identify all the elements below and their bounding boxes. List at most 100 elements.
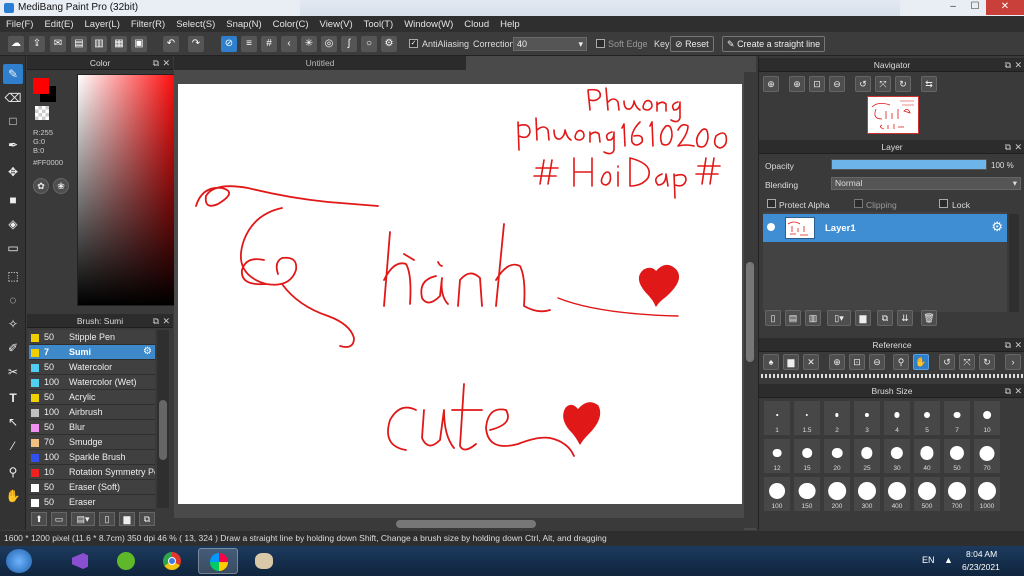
brush-item[interactable]: 70 Smudge [29,435,155,450]
visibility-icon[interactable] [767,223,775,231]
menu-select[interactable]: Select(S) [176,19,215,30]
brush-copy-icon[interactable]: ▯ [99,512,115,526]
clock-time[interactable]: 8:04 AM [966,549,997,559]
brush-size-option[interactable]: 2 [823,400,851,436]
reference-rotate-right-icon[interactable]: ↻ [979,354,995,370]
brush-item[interactable]: 50 Watercolor [29,360,155,375]
brush-size-option[interactable]: 25 [853,438,881,474]
brush-size-option[interactable]: 100 [763,476,791,512]
rotate-right-icon[interactable]: ↻ [895,76,911,92]
palette-icon[interactable]: ✿ [33,178,49,194]
drawing-canvas[interactable] [178,84,742,504]
popout-icon[interactable]: ⧉ [1005,338,1011,352]
reference-hand-icon[interactable]: ✋ [913,354,929,370]
reference-eyedropper-icon[interactable]: ⚲ [893,354,909,370]
menu-file[interactable]: File(F) [6,19,33,30]
blending-select[interactable]: Normal ▾ [831,177,1021,190]
reference-pin-icon[interactable]: ♠ [763,354,779,370]
bucket-tool-icon[interactable]: ◈ [3,214,23,234]
straight-line-button[interactable]: ✎ Create a straight line [722,36,826,52]
close-icon[interactable]: ✕ [162,56,170,70]
color-history-icon[interactable]: ❀ [53,178,69,194]
dot-tool-icon[interactable]: □ [3,111,23,131]
comment-icon[interactable]: ✉ [50,36,66,52]
divide-tool-icon[interactable]: ⁄ [3,436,23,456]
reference-fit-window-icon[interactable]: ⤧ [959,354,975,370]
popout-icon[interactable]: ⧉ [1005,58,1011,72]
reference-fit-icon[interactable]: ⊡ [849,354,865,370]
brush-size-option[interactable]: 300 [853,476,881,512]
brush-item[interactable]: 10 Rotation Symmetry Pen [29,465,155,480]
menu-window[interactable]: Window(W) [404,19,453,30]
text-tool-icon[interactable]: T [3,388,23,408]
brush-size-option[interactable]: 5 [913,400,941,436]
app-green-icon[interactable] [106,548,146,574]
share-icon[interactable]: ⇪ [29,36,45,52]
clipping-checkbox[interactable] [854,199,863,208]
fit-window-icon[interactable]: ⤧ [875,76,891,92]
brush-item[interactable]: 50 Blur [29,420,155,435]
transparent-swatch[interactable] [35,106,49,120]
language-indicator[interactable]: EN [922,555,935,565]
duplicate-layer-icon[interactable]: ⧉ [877,310,893,326]
menu-layer[interactable]: Layer(L) [85,19,120,30]
popout-icon[interactable]: ⧉ [153,56,159,70]
reference-close-icon[interactable]: ✕ [803,354,819,370]
brush-item[interactable]: 7 Sumi ⚙ [29,345,155,360]
move-tool-icon[interactable]: ✥ [3,162,23,182]
layer-scrollbar[interactable] [1009,214,1019,312]
curve-snap-icon[interactable]: ∫ [341,36,357,52]
foreground-color-swatch[interactable] [33,78,49,94]
close-button[interactable]: ✕ [986,0,1024,15]
close-icon[interactable]: ✕ [1014,384,1022,398]
close-icon[interactable]: ✕ [1014,58,1022,72]
redo-icon[interactable]: ↷ [188,36,204,52]
grid-icon[interactable]: ▦ [111,36,127,52]
navigator-preview[interactable] [867,96,919,134]
lock-checkbox[interactable] [939,199,948,208]
brush-size-option[interactable]: 70 [973,438,1001,474]
layer-add-menu-icon[interactable]: ▯▾ [827,310,851,326]
fill-brush-icon[interactable]: ✒ [3,135,23,155]
menu-view[interactable]: View(V) [320,19,353,30]
cloud-icon[interactable]: ☁ [8,36,24,52]
menu-tool[interactable]: Tool(T) [364,19,394,30]
brush-size-option[interactable]: 700 [943,476,971,512]
layer-icon[interactable]: ▤ [71,36,87,52]
eraser-tool-icon[interactable]: ⌫ [3,88,23,108]
gear-icon[interactable]: ⚙ [991,219,1003,235]
menu-color[interactable]: Color(C) [273,19,309,30]
brush-folder-icon[interactable]: ▆ [119,512,135,526]
minimize-button[interactable]: – [942,0,964,15]
brush-size-option[interactable]: 150 [793,476,821,512]
brush-item[interactable]: 50 Eraser (Soft) [29,480,155,495]
eyedropper-icon[interactable]: ⚲ [3,462,23,482]
brush-size-option[interactable]: 1 [763,400,791,436]
brush-item[interactable]: 100 Watercolor (Wet) [29,375,155,390]
visual-studio-icon[interactable] [60,548,100,574]
vanishing-snap-icon[interactable]: ‹ [281,36,297,52]
cross-snap-icon[interactable]: # [261,36,277,52]
soft-edge-checkbox[interactable] [596,39,605,48]
brush-size-option[interactable]: 1000 [973,476,1001,512]
brush-size-option[interactable]: 4 [883,400,911,436]
reference-next-icon[interactable]: › [1005,354,1021,370]
start-button[interactable] [6,549,32,573]
maximize-button[interactable]: ☐ [964,0,986,15]
select-pen-icon[interactable]: ✐ [3,338,23,358]
radial-snap-icon[interactable]: ✳ [301,36,317,52]
zoom-in-icon[interactable]: ⊕ [763,76,779,92]
brush-tool-icon[interactable]: ✎ [3,64,23,84]
saturation-value-picker[interactable] [77,74,181,306]
protect-alpha-checkbox[interactable] [767,199,776,208]
opacity-slider[interactable] [831,159,987,170]
close-icon[interactable]: ✕ [1014,338,1022,352]
brush-item[interactable]: 50 Eraser [29,495,155,510]
close-icon[interactable]: ✕ [162,314,170,328]
canvas-tab[interactable]: Untitled [174,56,466,70]
flip-icon[interactable]: ⇆ [921,76,937,92]
canvas-horizontal-scrollbar[interactable] [174,518,744,530]
popout-icon[interactable]: ⧉ [1005,140,1011,154]
brush-size-option[interactable]: 20 [823,438,851,474]
brush-item[interactable]: 100 Sparkle Brush [29,450,155,465]
